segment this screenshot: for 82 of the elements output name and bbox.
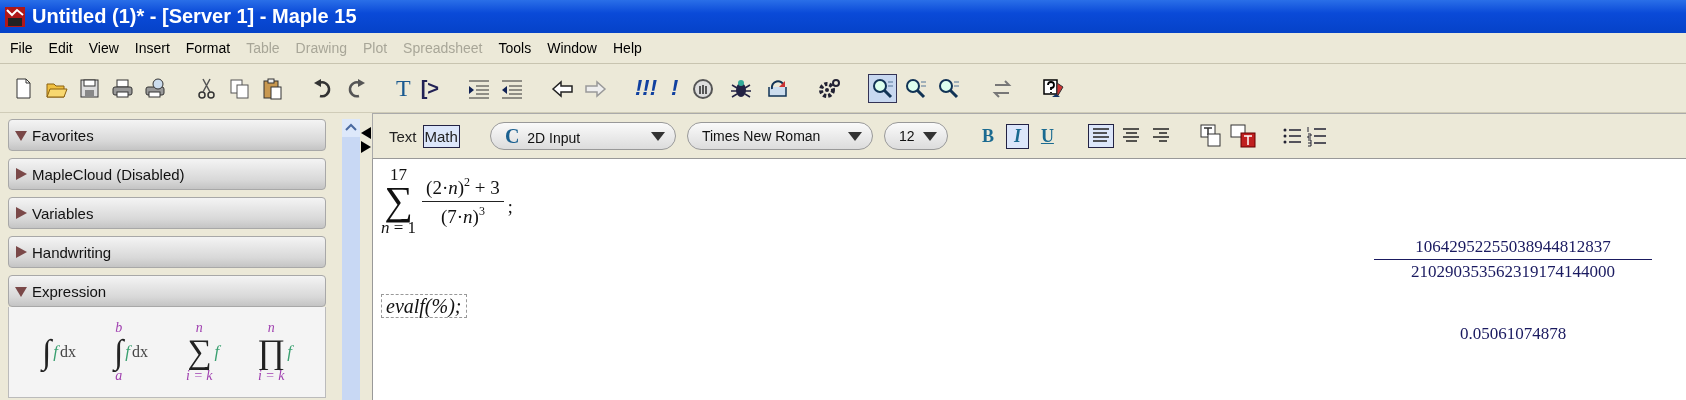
fraction-numerator: (2·n)$^{2}$ + 3	[422, 174, 504, 202]
differential: dx	[60, 343, 77, 360]
dropdown-caret-icon	[847, 131, 862, 141]
upper-limit: 17	[390, 166, 408, 183]
zoom-icon	[871, 76, 895, 100]
dropdown-caret-icon	[922, 131, 937, 141]
dropdown[interactable]: 12	[883, 122, 948, 150]
save-icon[interactable]	[78, 76, 101, 100]
align-left-icon	[1090, 127, 1111, 145]
gear-icon[interactable]	[817, 76, 841, 100]
text-color-icon[interactable]	[1229, 124, 1256, 148]
right-triangle-icon[interactable]	[361, 141, 371, 153]
dropdown-caret-icon	[650, 131, 665, 141]
menu-item[interactable]: Insert	[126, 40, 178, 56]
cut-icon[interactable]	[195, 76, 218, 100]
align-button[interactable]	[1087, 124, 1114, 148]
execute-all-button[interactable]: !!!	[635, 76, 657, 100]
dropdown[interactable]: Times New Roman	[686, 122, 873, 150]
palette-header[interactable]: Variables	[8, 197, 326, 229]
sum-sign: ∑	[187, 335, 212, 369]
mode-tab[interactable]: Math	[422, 124, 460, 148]
collapsed-triangle-icon	[14, 245, 28, 259]
window-title: Untitled (1)* - [Server 1] - Maple 15	[32, 5, 357, 28]
expanded-triangle-icon	[14, 284, 28, 298]
app-icon	[4, 5, 26, 28]
differential: dx	[132, 343, 149, 360]
print-preview-icon[interactable]	[144, 76, 167, 100]
dropdown[interactable]: C 2D Input	[489, 122, 676, 150]
collapsed-triangle-icon	[14, 167, 28, 181]
integrand: f	[53, 342, 59, 361]
collapsed-triangle-icon	[14, 206, 28, 220]
menu-item[interactable]: Tools	[490, 40, 540, 56]
upper-limit: b	[115, 321, 123, 335]
left-triangle-icon[interactable]	[361, 127, 371, 139]
expression-template[interactable]: n ∑ i = k f	[186, 321, 220, 383]
paste-icon[interactable]	[261, 76, 284, 100]
upper-limit: n	[267, 321, 275, 335]
output-denominator: 210290353562319174144000	[1411, 261, 1615, 282]
hand-icon[interactable]	[692, 76, 716, 100]
bullet-list-icon[interactable]	[1281, 126, 1302, 146]
lower-limit: i = k	[186, 369, 213, 383]
math-input[interactable]: evalf(%);	[381, 294, 467, 318]
zoom-icon	[937, 76, 961, 100]
format-button[interactable]: U	[1032, 123, 1062, 149]
menu-item[interactable]: Window	[539, 40, 605, 56]
palette-header[interactable]: Favorites	[8, 119, 326, 151]
menu-item[interactable]: File	[2, 40, 41, 56]
align-center-icon	[1120, 127, 1141, 145]
lower-limit: i = k	[257, 369, 285, 383]
expression-template[interactable]: n ∏ i = k f	[257, 321, 292, 383]
statement-terminator: ;	[507, 196, 513, 218]
zoom-button[interactable]	[868, 73, 898, 103]
execute-button[interactable]: !	[671, 76, 679, 100]
summand: f	[287, 342, 292, 362]
math-prompt-button[interactable]: [>	[420, 76, 439, 100]
expanded-triangle-icon	[14, 128, 28, 142]
menu-item[interactable]: Help	[605, 40, 650, 56]
fraction-denominator: (7·n)$^{3}$	[439, 202, 486, 228]
integrand: f	[125, 342, 131, 361]
output-value: 0.05061074878	[1458, 324, 1568, 344]
mode-tab[interactable]: Text	[387, 124, 419, 148]
palette-header[interactable]: Expression	[8, 275, 326, 307]
integral-sign: ∫	[41, 333, 52, 371]
zoom-icon	[904, 76, 928, 100]
format-button[interactable]: I	[1005, 123, 1029, 149]
menu-item[interactable]: Format	[177, 40, 239, 56]
format-button[interactable]: B	[973, 123, 1002, 149]
align-right-icon	[1150, 127, 1171, 145]
scrollbar[interactable]	[342, 119, 360, 400]
menu-item[interactable]: View	[80, 40, 127, 56]
upper-limit: n	[195, 321, 203, 335]
help-icon[interactable]	[1042, 76, 1066, 100]
product-sign: ∏	[257, 335, 286, 369]
output-numerator: 10642952255038944812837	[1374, 237, 1652, 260]
numbered-list-icon[interactable]	[1305, 125, 1326, 147]
text-button[interactable]: T	[396, 76, 411, 100]
menu-item[interactable]: Edit	[40, 40, 81, 56]
print-icon[interactable]	[111, 76, 134, 100]
copy-icon[interactable]	[228, 76, 251, 100]
palette-header[interactable]: Handwriting	[8, 236, 326, 268]
summand: f	[214, 342, 220, 362]
palette-header[interactable]: MapleCloud (Disabled)	[8, 158, 326, 190]
